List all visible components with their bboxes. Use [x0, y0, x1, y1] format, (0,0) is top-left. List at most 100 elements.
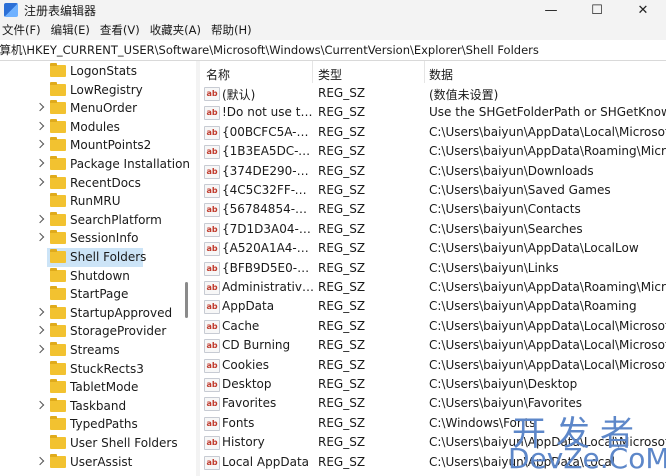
tree-item[interactable]: StartPage — [0, 285, 196, 304]
tree-item[interactable]: StuckRects3 — [0, 360, 196, 379]
menu-help[interactable]: 帮助(H) — [209, 22, 260, 38]
value-name: {1B3EA5DC-B5... — [222, 144, 314, 159]
menu-view[interactable]: 查看(V) — [98, 22, 148, 38]
value-row[interactable]: ab {374DE290-12... REG_SZ C:\Users\baiyun\D… — [200, 162, 666, 181]
value-type: REG_SZ — [318, 183, 366, 197]
chevron-right-icon[interactable] — [35, 158, 45, 168]
value-type: REG_SZ — [318, 357, 366, 372]
chevron-right-icon[interactable] — [35, 233, 45, 242]
tree-item[interactable]: Shutdown — [0, 267, 196, 286]
column-divider[interactable] — [312, 61, 313, 83]
address-bar[interactable]: 计算机\HKEY_CURRENT_USER\Software\Microsoft… — [0, 40, 666, 61]
chevron-right-icon[interactable] — [35, 121, 45, 131]
tree-item[interactable]: Taskband — [0, 397, 196, 416]
tree-item[interactable]: User Shell Folders — [0, 434, 196, 453]
chevron-right-icon[interactable] — [35, 456, 45, 465]
tree-scrollbar-thumb[interactable] — [185, 282, 188, 318]
folder-icon — [50, 416, 66, 431]
value-name: {4C5C32FF-BB... — [222, 183, 314, 197]
list-header: 名称 类型 数据 — [200, 61, 666, 83]
tree-item-label: MountPoints2 — [70, 138, 152, 153]
value-row[interactable]: ab {4C5C32FF-BB... REG_SZ C:\Users\baiyun\S… — [200, 181, 666, 200]
folder-icon — [50, 81, 66, 96]
tree-item[interactable]: LogonStats — [0, 62, 196, 81]
chevron-right-icon[interactable] — [35, 102, 45, 112]
minimize-button[interactable]: — — [528, 0, 574, 20]
maximize-button[interactable]: ☐ — [574, 0, 620, 20]
tree-item[interactable]: Package Installation — [0, 155, 196, 174]
tree-item[interactable]: Modules — [0, 118, 196, 137]
column-header-name[interactable]: 名称 — [206, 66, 230, 83]
value-data: C:\Users\baiyun\AppData\Roaming\Microso — [429, 144, 666, 159]
value-name: Desktop — [222, 377, 272, 391]
tree-item-label: StartPage — [70, 287, 129, 302]
tree-item[interactable]: Streams — [0, 341, 196, 360]
title-bar: 注册表编辑器 — ☐ ✕ — [0, 0, 666, 20]
chevron-right-icon[interactable] — [35, 344, 45, 354]
value-type: REG_SZ — [318, 241, 366, 256]
tree-item-label: StartupApproved — [70, 305, 173, 320]
chevron-right-icon[interactable] — [35, 140, 45, 149]
chevron-right-icon[interactable] — [35, 307, 45, 317]
tree-item[interactable]: MountPoints2 — [0, 136, 196, 155]
folder-icon — [50, 397, 66, 412]
column-header-type[interactable]: 类型 — [318, 66, 342, 83]
value-data: Use the SHGetFolderPath or SHGetKnownFo — [429, 105, 666, 120]
string-value-icon: ab — [204, 300, 220, 315]
menu-edit[interactable]: 编辑(E) — [49, 22, 98, 38]
tree-item[interactable]: StorageProvider — [0, 322, 196, 341]
value-data: C:\Users\baiyun\Saved Games — [429, 183, 611, 197]
value-data: (数值未设置) — [429, 88, 499, 102]
tree-item[interactable]: TypedPaths — [0, 415, 196, 434]
value-data: C:\Users\baiyun\AppData\Local\Microsoft\… — [429, 124, 666, 139]
value-row[interactable]: ab CD Burning REG_SZ C:\Users\baiyun\AppDat… — [200, 336, 666, 355]
tree-item-label: Streams — [70, 343, 120, 357]
chevron-right-icon[interactable] — [35, 326, 45, 335]
value-row[interactable]: ab{1B3EA5DC-B5... REG_SZ C:\Users\baiyun\A… — [200, 142, 666, 161]
value-row[interactable]: abAdministrative ... REG_SZ C:\Users\baiyu… — [200, 278, 666, 297]
value-row[interactable]: ab{BFB9D5E0-C6... REG_SZ C:\Users\baiyun\L… — [200, 259, 666, 278]
value-row[interactable]: ab AppData REG_SZ C:\Users\baiyun\AppData\R… — [200, 297, 666, 316]
tree-item-label: SearchPlatform — [70, 212, 162, 227]
tree-item[interactable]: TabletMode — [0, 378, 196, 397]
tree-item[interactable]: RecentDocs — [0, 174, 196, 193]
tree-item[interactable]: SearchPlatform — [0, 211, 196, 230]
key-tree[interactable]: LogonStats LowRegistry MenuOrder Modules Mou… — [0, 61, 196, 476]
value-row[interactable]: ab{00BCFC5A-ED... REG_SZ C:\Users\baiyun\A… — [200, 123, 666, 142]
tree-item-label: TypedPaths — [70, 417, 138, 432]
value-name: {A520A1A4-17... — [222, 241, 314, 256]
value-row[interactable]: ab (默认) REG_SZ (数值未设置) — [200, 84, 666, 103]
value-type: REG_SZ — [318, 299, 366, 314]
value-data: C:\Users\baiyun\AppData\Local\Microsoft\… — [429, 338, 666, 353]
column-header-data[interactable]: 数据 — [429, 66, 453, 83]
value-row[interactable]: ab Desktop REG_SZ C:\Users\baiyun\Desktop — [200, 375, 666, 394]
chevron-right-icon[interactable] — [35, 400, 45, 410]
value-row[interactable]: ab {56784854-C6... REG_SZ C:\Users\baiyun\C… — [200, 200, 666, 219]
value-name: {00BCFC5A-ED... — [222, 124, 314, 139]
tree-item-label: Package Installation — [70, 157, 191, 171]
chevron-right-icon[interactable] — [35, 177, 45, 186]
tree-item[interactable]: Shell Folders — [0, 248, 196, 267]
close-button[interactable]: ✕ — [620, 0, 666, 20]
tree-item[interactable]: MenuOrder — [0, 99, 196, 118]
column-divider[interactable] — [424, 61, 425, 83]
menu-favorites[interactable]: 收藏夹(A) — [148, 22, 209, 38]
value-type: REG_SZ — [318, 124, 366, 139]
tree-item[interactable]: SessionInfo — [0, 229, 196, 248]
value-type: REG_SZ — [318, 86, 366, 100]
string-value-icon: ab — [204, 242, 220, 257]
value-row[interactable]: ab Cookies REG_SZ C:\Users\baiyun\AppData\L… — [200, 356, 666, 375]
tree-item[interactable]: UserAssist — [0, 453, 196, 472]
menu-file[interactable]: 文件(F) — [0, 22, 49, 38]
value-row[interactable]: ab Cache REG_SZ C:\Users\baiyun\AppData\Loc… — [200, 317, 666, 336]
tree-item[interactable]: StartupApproved — [0, 304, 196, 323]
value-row[interactable]: ab{7D1D3A04-DE... REG_SZ C:\Users\baiyun\S… — [200, 220, 666, 239]
value-row[interactable]: ab {A520A1A4-17... REG_SZ C:\Users\baiyun\A… — [200, 239, 666, 258]
window-controls: — ☐ ✕ — [528, 0, 666, 20]
tree-item[interactable]: LowRegistry — [0, 81, 196, 100]
tree-item[interactable]: RunMRU — [0, 192, 196, 211]
chevron-right-icon[interactable] — [35, 214, 45, 224]
folder-icon — [50, 342, 66, 356]
watermark-en-text: DevZe.CoM — [508, 442, 666, 475]
value-row[interactable]: ab !Do not use thi... REG_SZ Use the SHGetF… — [200, 103, 666, 122]
